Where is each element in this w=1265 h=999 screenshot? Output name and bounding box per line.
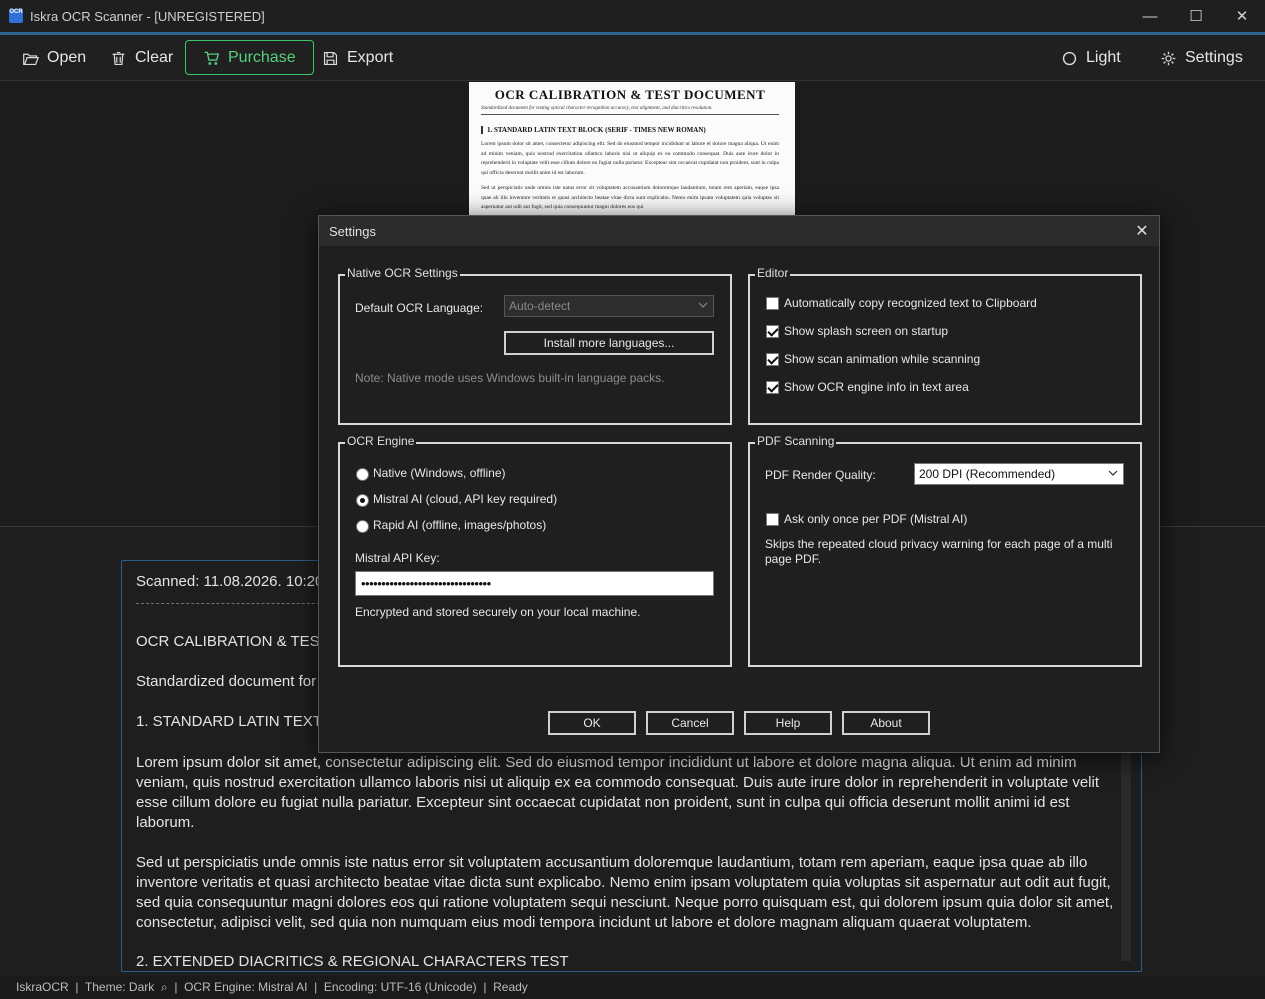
scan-animation-checkbox[interactable]: [766, 353, 779, 366]
native-ocr-settings-group: Native OCR Settings Default OCR Language…: [338, 266, 732, 425]
circle-theme-icon: [1062, 51, 1077, 65]
api-key-note: Encrypted and stored securely on your lo…: [355, 605, 641, 619]
save-disk-icon: [323, 51, 338, 65]
open-button[interactable]: Open: [22, 40, 86, 76]
minimize-button[interactable]: —: [1127, 0, 1173, 32]
api-key-label: Mistral API Key:: [355, 551, 440, 565]
doc-heading: 1. STANDARD LATIN TEXT BLOCK (SERIF - TI…: [481, 126, 779, 134]
dialog-title: Settings: [329, 223, 376, 239]
engine-info-checkbox[interactable]: [766, 381, 779, 394]
doc-rule: [481, 114, 779, 115]
rapid-engine-label: Rapid AI (offline, images/photos): [373, 518, 547, 532]
doc-paragraph: Lorem ipsum dolor sit amet, consectetur …: [481, 141, 779, 176]
settings-label: Settings: [1185, 49, 1243, 66]
ask-once-checkbox[interactable]: [766, 513, 779, 526]
mistral-engine-label: Mistral AI (cloud, API key required): [373, 492, 558, 506]
theme-label: Light: [1086, 49, 1121, 66]
purchase-button[interactable]: Purchase: [185, 40, 314, 75]
text-line-section2: 2. EXTENDED DIACRITICS & REGIONAL CHARAC…: [136, 953, 569, 970]
gear-icon: [1161, 51, 1176, 65]
ok-button[interactable]: OK: [548, 711, 636, 735]
text-paragraph-2: Sed ut perspiciatis unde omnis iste natu…: [136, 854, 1114, 931]
theme-toggle-button[interactable]: Light: [1061, 40, 1121, 76]
default-language-value: Auto-detect: [509, 299, 571, 313]
chevron-down-icon: [1108, 470, 1118, 476]
group-label: PDF Scanning: [755, 434, 837, 448]
ocr-engine-group: OCR Engine Native (Windows, offline) Mis…: [338, 434, 732, 667]
settings-dialog: Settings ✕ Native OCR Settings Default O…: [318, 215, 1160, 753]
clear-label: Clear: [135, 49, 174, 66]
settings-button[interactable]: Settings: [1160, 40, 1243, 76]
dialog-close-button[interactable]: ✕: [1125, 216, 1159, 246]
native-engine-label: Native (Windows, offline): [373, 466, 506, 480]
about-button[interactable]: About: [842, 711, 930, 735]
export-label: Export: [347, 49, 394, 66]
default-language-select[interactable]: Auto-detect: [504, 295, 714, 317]
group-label: Editor: [755, 266, 791, 280]
doc-title: OCR CALIBRATION & TEST DOCUMENT: [494, 87, 766, 102]
auto-copy-label: Automatically copy recognized text to Cl…: [784, 296, 1037, 310]
maximize-button[interactable]: ☐: [1173, 0, 1219, 32]
close-window-button[interactable]: ✕: [1219, 0, 1265, 32]
scan-animation-label: Show scan animation while scanning: [784, 352, 981, 366]
mistral-engine-radio[interactable]: [356, 494, 369, 507]
splash-screen-checkbox[interactable]: [766, 325, 779, 338]
api-key-input[interactable]: ••••••••••••••••••••••••••••••••: [355, 571, 714, 596]
toolbar: Open Clear Purchase Export Light Setting…: [0, 35, 1265, 81]
splash-screen-label: Show splash screen on startup: [784, 324, 949, 338]
pdf-scanning-group: PDF Scanning PDF Render Quality: 200 DPI…: [748, 434, 1142, 667]
window-title: Iskra OCR Scanner - [UNREGISTERED]: [30, 8, 265, 24]
group-label: Native OCR Settings: [345, 266, 460, 280]
purchase-label: Purchase: [228, 48, 296, 66]
rapid-engine-radio[interactable]: [356, 520, 369, 533]
engine-info-label: Show OCR engine info in text area: [784, 380, 969, 394]
document-preview[interactable]: OCR CALIBRATION & TEST DOCUMENT Standard…: [469, 82, 795, 222]
scanned-timestamp: Scanned: 11.08.2026. 10:20: [136, 573, 324, 590]
editor-group: Editor Automatically copy recognized tex…: [748, 266, 1142, 425]
clear-button[interactable]: Clear: [110, 40, 173, 76]
ask-once-note: Skips the repeated cloud privacy warning…: [765, 537, 1113, 566]
chevron-down-icon: [698, 302, 708, 308]
text-paragraph-1: Lorem ipsum dolor sit amet, consectetur …: [136, 754, 1100, 831]
text-scrollbar[interactable]: [1121, 741, 1131, 961]
open-label: Open: [47, 49, 87, 66]
dialog-title-bar: Settings ✕: [319, 216, 1159, 246]
native-engine-radio[interactable]: [356, 468, 369, 481]
app-logo-icon: OCR: [9, 9, 23, 23]
title-bar: OCR Iskra OCR Scanner - [UNREGISTERED] —…: [0, 0, 1265, 32]
install-languages-button[interactable]: Install more languages...: [504, 331, 714, 355]
doc-subtitle: Standardized document for testing optica…: [481, 106, 713, 111]
trash-icon: [112, 51, 125, 65]
cart-icon: [204, 51, 220, 65]
pdf-quality-value: 200 DPI (Recommended): [919, 467, 1056, 481]
default-language-label: Default OCR Language:: [355, 301, 484, 315]
help-button[interactable]: Help: [744, 711, 832, 735]
group-label: OCR Engine: [345, 434, 417, 448]
folder-open-icon: [23, 53, 39, 65]
pdf-quality-select[interactable]: 200 DPI (Recommended): [914, 463, 1124, 485]
window-controls: — ☐ ✕: [1127, 0, 1265, 32]
status-bar: IskraOCR | Theme: Dark ⌕ | OCR Engine: M…: [0, 976, 1265, 999]
pdf-quality-label: PDF Render Quality:: [765, 468, 876, 482]
cancel-button[interactable]: Cancel: [646, 711, 734, 735]
ask-once-label: Ask only once per PDF (Mistral AI): [784, 512, 968, 526]
doc-paragraph: Sed ut perspiciatis unde omnis iste natu…: [481, 185, 779, 210]
native-mode-note: Note: Native mode uses Windows built-in …: [355, 371, 665, 385]
export-button[interactable]: Export: [322, 40, 393, 76]
auto-copy-checkbox[interactable]: [766, 297, 779, 310]
